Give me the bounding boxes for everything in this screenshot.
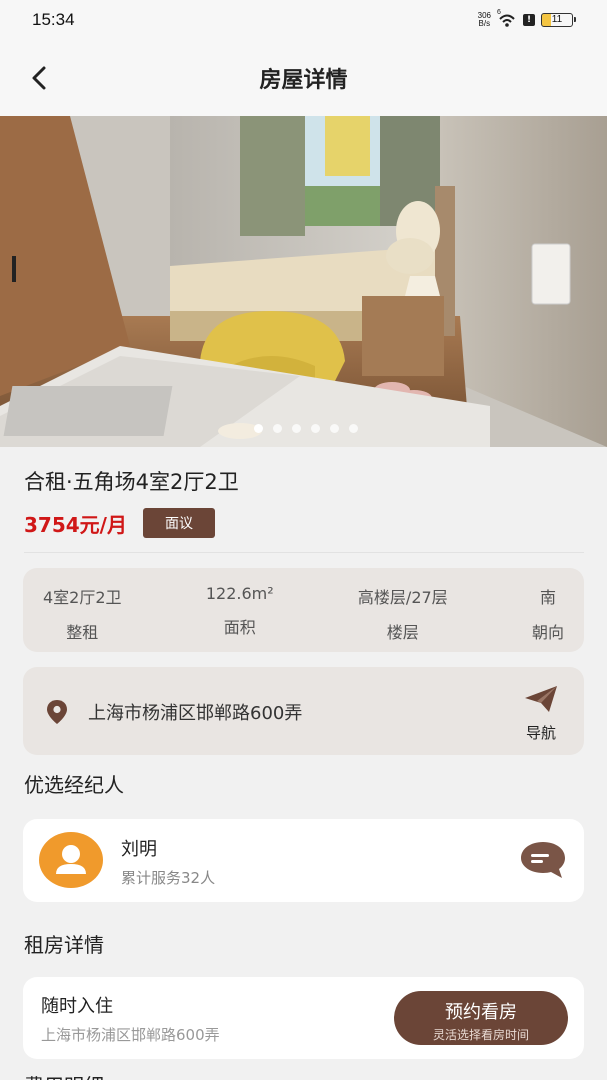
spec-label: 面积 — [223, 618, 256, 637]
address-card: 上海市杨浦区邯郸路600弄 导航 — [23, 667, 584, 755]
spec-value: 南 — [539, 588, 556, 607]
spec-value: 4室2厅2卫 — [43, 588, 122, 607]
spec-area: 122.6m² 面积 — [206, 584, 274, 652]
room-photo — [0, 116, 607, 447]
specs-card: 4室2厅2卫 整租 122.6m² 面积 高楼层/27层 楼层 南 朝向 — [23, 568, 584, 652]
status-time: 15:34 — [32, 10, 75, 29]
fees-section-title: 费用明细 — [24, 1070, 104, 1080]
book-viewing-subtitle: 灵活选择看房时间 — [432, 1028, 529, 1042]
rent-card: 随时入住 上海市杨浦区邯郸路600弄 预约看房 灵活选择看房时间 — [23, 977, 584, 1059]
move-in-label: 随时入住 — [41, 996, 113, 1017]
page-title: 房屋详情 — [259, 68, 348, 93]
spec-label: 朝向 — [531, 623, 564, 642]
location-pin-icon — [47, 700, 67, 724]
spec-value: 高楼层/27层 — [357, 588, 448, 607]
signal-label: 6 — [497, 9, 501, 16]
rent-address: 上海市杨浦区邯郸路600弄 — [41, 1026, 220, 1044]
net-speed-unit: B/s — [478, 19, 491, 28]
listing-title: 合租·五角场4室2厅2卫 — [24, 470, 239, 494]
gallery-dot[interactable] — [272, 424, 282, 433]
battery-icon: 11 — [541, 13, 576, 27]
gallery-pagination[interactable] — [0, 424, 607, 433]
chat-bubble-icon — [521, 842, 565, 878]
gallery-dot[interactable] — [291, 424, 301, 433]
navigate-label: 导航 — [525, 724, 556, 742]
spec-orientation: 南 朝向 — [532, 584, 564, 652]
navigate-button[interactable]: 导航 — [520, 684, 562, 742]
photo-gallery[interactable] — [0, 116, 607, 447]
book-viewing-label: 预约看房 — [445, 1002, 517, 1023]
gallery-dot[interactable] — [329, 424, 339, 433]
nav-bar: 房屋详情 — [0, 40, 607, 116]
spec-value: 122.6m² — [205, 584, 274, 603]
address-text: 上海市杨浦区邯郸路600弄 — [88, 703, 303, 724]
book-viewing-button[interactable]: 预约看房 灵活选择看房时间 — [394, 991, 568, 1045]
spec-layout: 4室2厅2卫 整租 — [43, 584, 122, 652]
user-icon — [56, 845, 86, 874]
divider — [24, 552, 584, 553]
status-bar: 15:34 306 B/s 6 ! 11 — [0, 0, 607, 40]
chat-button[interactable] — [518, 839, 568, 881]
paper-plane-icon — [525, 686, 557, 712]
gallery-dot[interactable] — [348, 424, 358, 433]
rent-section-title: 租房详情 — [24, 933, 104, 957]
status-icons: 306 B/s 6 ! 11 — [478, 9, 576, 28]
alert-icon: ! — [523, 14, 535, 26]
battery-level: 11 — [551, 14, 563, 25]
wifi-icon: 6 — [497, 9, 517, 28]
negotiable-badge: 面议 — [142, 508, 215, 538]
price: 3754元/月 — [24, 512, 127, 537]
agent-section-title: 优选经纪人 — [24, 773, 124, 797]
avatar — [39, 832, 103, 888]
agent-name: 刘明 — [121, 839, 157, 860]
gallery-dot[interactable] — [253, 424, 263, 433]
price-row: 3754元/月 面议 — [24, 508, 215, 538]
agent-stat: 累计服务32人 — [121, 869, 216, 887]
spec-label: 整租 — [66, 623, 99, 642]
net-speed: 306 B/s — [478, 12, 491, 28]
gallery-dot[interactable] — [310, 424, 320, 433]
agent-card[interactable]: 刘明 累计服务32人 — [23, 819, 584, 902]
spec-floor: 高楼层/27层 楼层 — [358, 584, 448, 652]
spec-label: 楼层 — [386, 623, 419, 642]
